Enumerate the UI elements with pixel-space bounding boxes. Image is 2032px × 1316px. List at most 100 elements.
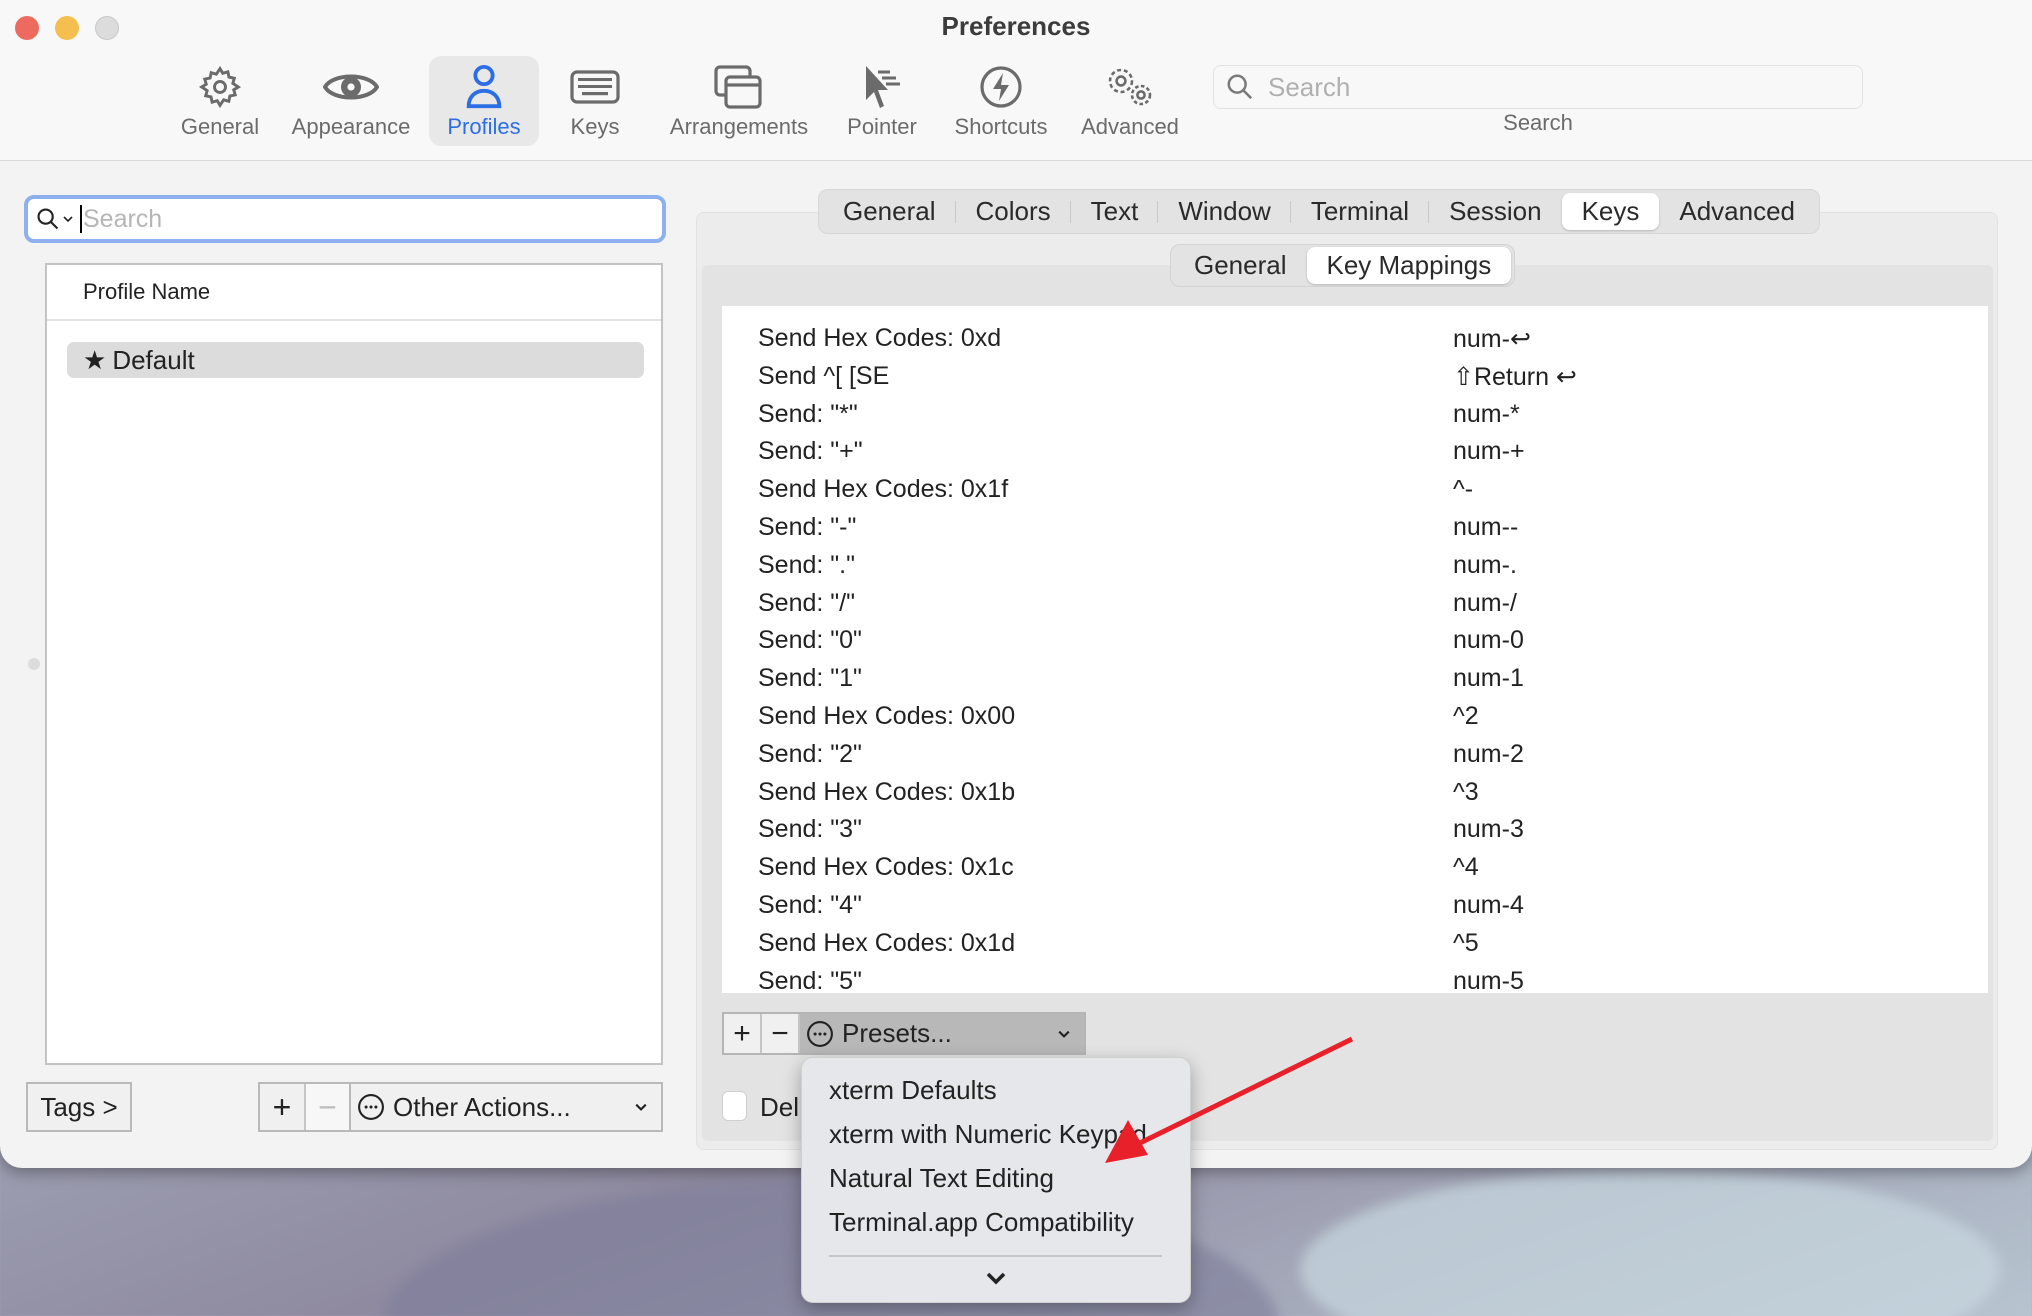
- remove-mapping-button[interactable]: −: [762, 1014, 800, 1053]
- chevron-down-icon: [1058, 1030, 1070, 1038]
- mapping-action: Send Hex Codes: 0x1b: [758, 777, 1016, 806]
- key-mapping-row[interactable]: Send: "*" num-*: [722, 398, 1988, 436]
- mapping-action: Send: "/": [758, 588, 855, 617]
- keys-subtabs: General Key Mappings: [1170, 244, 1516, 287]
- mapping-action: Send ^[ [SE: [758, 361, 890, 390]
- mapping-key: num-.: [1453, 550, 1517, 579]
- toolbar-advanced[interactable]: Advanced: [1074, 56, 1186, 146]
- split-view-handle[interactable]: [28, 658, 40, 670]
- tab-terminal[interactable]: Terminal: [1291, 193, 1430, 230]
- mapping-action: Send: "0": [758, 626, 862, 655]
- key-mapping-row[interactable]: Send Hex Codes: 0x1f ^-: [722, 473, 1988, 511]
- subtab-key-mappings[interactable]: Key Mappings: [1306, 247, 1512, 284]
- key-mapping-row[interactable]: Send Hex Codes: 0x1d ^5: [722, 927, 1988, 965]
- tab-advanced[interactable]: Advanced: [1659, 193, 1815, 230]
- key-mapping-row[interactable]: Send: "-" num--: [722, 511, 1988, 549]
- mapping-key: num-1: [1453, 664, 1524, 693]
- mapping-action: Send: "4": [758, 891, 862, 919]
- profile-row-default[interactable]: ★ Default: [67, 342, 644, 378]
- key-mapping-row[interactable]: Send: "4" num-4: [722, 889, 1988, 927]
- remove-profile-button[interactable]: −: [306, 1084, 351, 1130]
- ellipsis-circle-icon: [807, 1020, 833, 1047]
- toolbar-label: Arrangements: [669, 114, 809, 139]
- menu-item-xterm-numeric-keypad[interactable]: xterm with Numeric Keypad: [829, 1119, 1147, 1150]
- mapping-key: num-3: [1453, 815, 1524, 844]
- presets-dropdown[interactable]: Presets...: [800, 1014, 1084, 1053]
- tab-keys[interactable]: Keys: [1561, 193, 1660, 230]
- mapping-key: ^4: [1453, 853, 1479, 882]
- preferences-window: Preferences General Appearance Profiles …: [0, 0, 2032, 1168]
- toolbar-pointer[interactable]: Pointer: [838, 56, 926, 146]
- toolbar-label: General: [180, 114, 260, 139]
- toolbar-shortcuts[interactable]: Shortcuts: [946, 56, 1056, 146]
- tab-general[interactable]: General: [823, 193, 956, 230]
- chevron-down-icon: [635, 1103, 647, 1111]
- tags-button-label: Tags >: [40, 1091, 118, 1122]
- mapping-action: Send: "-": [758, 513, 857, 541]
- menu-item-xterm-defaults[interactable]: xterm Defaults: [829, 1075, 997, 1106]
- star-icon: ★: [83, 344, 107, 375]
- mapping-action: Send: "+": [758, 437, 863, 466]
- toolbar-keys[interactable]: Keys: [555, 56, 635, 146]
- menu-item-terminal-app-compatibility[interactable]: Terminal.app Compatibility: [829, 1207, 1134, 1238]
- toolbar-label: Appearance: [291, 114, 411, 139]
- subtab-general[interactable]: General: [1174, 247, 1307, 284]
- toolbar-arrangements[interactable]: Arrangements: [660, 56, 818, 146]
- mapping-key: ^-: [1453, 475, 1474, 504]
- tags-button[interactable]: Tags >: [26, 1082, 132, 1132]
- other-actions-label: Other Actions...: [393, 1091, 571, 1122]
- presets-label: Presets...: [842, 1018, 952, 1048]
- key-mapping-row[interactable]: Send: "2" num-2: [722, 738, 1988, 776]
- key-mapping-row[interactable]: Send Hex Codes: 0x1b ^3: [722, 776, 1988, 814]
- key-mapping-row[interactable]: Send: "3" num-3: [722, 813, 1988, 851]
- mapping-key: ^2: [1453, 702, 1479, 730]
- mapping-key: num-2: [1453, 739, 1524, 768]
- mapping-key: ^3: [1453, 777, 1479, 806]
- add-profile-button[interactable]: +: [260, 1084, 306, 1130]
- key-mapping-row[interactable]: Send ^[ [SE ⇧Return ↩: [722, 360, 1988, 398]
- tab-colors[interactable]: Colors: [956, 193, 1071, 230]
- profile-search-input[interactable]: Search: [24, 195, 666, 243]
- toolbar-label: Keys: [570, 114, 620, 139]
- search-icon: [1227, 74, 1253, 100]
- menu-separator: [829, 1255, 1162, 1257]
- presets-menu: xterm Defaults xterm with Numeric Keypad…: [801, 1057, 1191, 1303]
- toolbar-label: Profiles: [447, 114, 521, 139]
- add-mapping-button[interactable]: +: [724, 1014, 762, 1053]
- profile-actions-bar: + − Other Actions...: [258, 1082, 663, 1132]
- mapping-key: ^5: [1453, 928, 1479, 957]
- mapping-action: Send: "1": [758, 664, 862, 693]
- chevron-down-icon: [63, 216, 73, 223]
- toolbar-search-field[interactable]: Search: [1213, 65, 1863, 109]
- mapping-action: Send Hex Codes: 0x1f: [758, 475, 1009, 504]
- key-mapping-row[interactable]: Send: "+" num-+: [722, 435, 1988, 473]
- tab-window[interactable]: Window: [1158, 193, 1292, 230]
- menu-item-natural-text-editing[interactable]: Natural Text Editing: [829, 1163, 1054, 1194]
- profile-tabs: General Colors Text Window Terminal Sess…: [818, 189, 1821, 234]
- key-mapping-row[interactable]: Send: "5" num-5: [722, 965, 1988, 993]
- delete-checkbox[interactable]: [722, 1091, 747, 1121]
- other-actions-dropdown[interactable]: Other Actions...: [351, 1084, 661, 1130]
- mapping-action: Send Hex Codes: 0xd: [758, 324, 1002, 352]
- mapping-key: num-+: [1453, 437, 1525, 466]
- key-mapping-row[interactable]: Send: "/" num-/: [722, 587, 1988, 625]
- key-mappings-table[interactable]: Send Hex Codes: 0xd num-↩ Send ^[ [SE ⇧Retu…: [722, 306, 1988, 993]
- toolbar-appearance[interactable]: Appearance: [282, 56, 420, 146]
- key-mapping-row[interactable]: Send Hex Codes: 0x1c ^4: [722, 851, 1988, 889]
- tab-text[interactable]: Text: [1071, 193, 1159, 230]
- toolbar-profiles[interactable]: Profiles: [429, 56, 539, 146]
- search-placeholder: Search: [1268, 71, 1351, 102]
- toolbar-general[interactable]: General: [170, 56, 270, 146]
- mapping-action: Send: "3": [758, 815, 862, 844]
- key-mapping-row[interactable]: Send Hex Codes: 0x00 ^2: [722, 700, 1988, 738]
- checkbox-label: Del: [760, 1092, 800, 1122]
- key-mapping-row[interactable]: Send: "1" num-1: [722, 662, 1988, 700]
- mapping-action: Send: "*": [758, 399, 858, 428]
- pointer-icon: [862, 62, 902, 112]
- key-mapping-row[interactable]: Send Hex Codes: 0xd num-↩: [722, 322, 1988, 360]
- tab-session[interactable]: Session: [1429, 193, 1562, 230]
- key-mapping-row[interactable]: Send: "0" num-0: [722, 624, 1988, 662]
- column-header-profile-name[interactable]: Profile Name: [47, 265, 661, 321]
- key-mapping-row[interactable]: Send: "." num-.: [722, 549, 1988, 587]
- menu-scroll-down[interactable]: [984, 1270, 1008, 1291]
